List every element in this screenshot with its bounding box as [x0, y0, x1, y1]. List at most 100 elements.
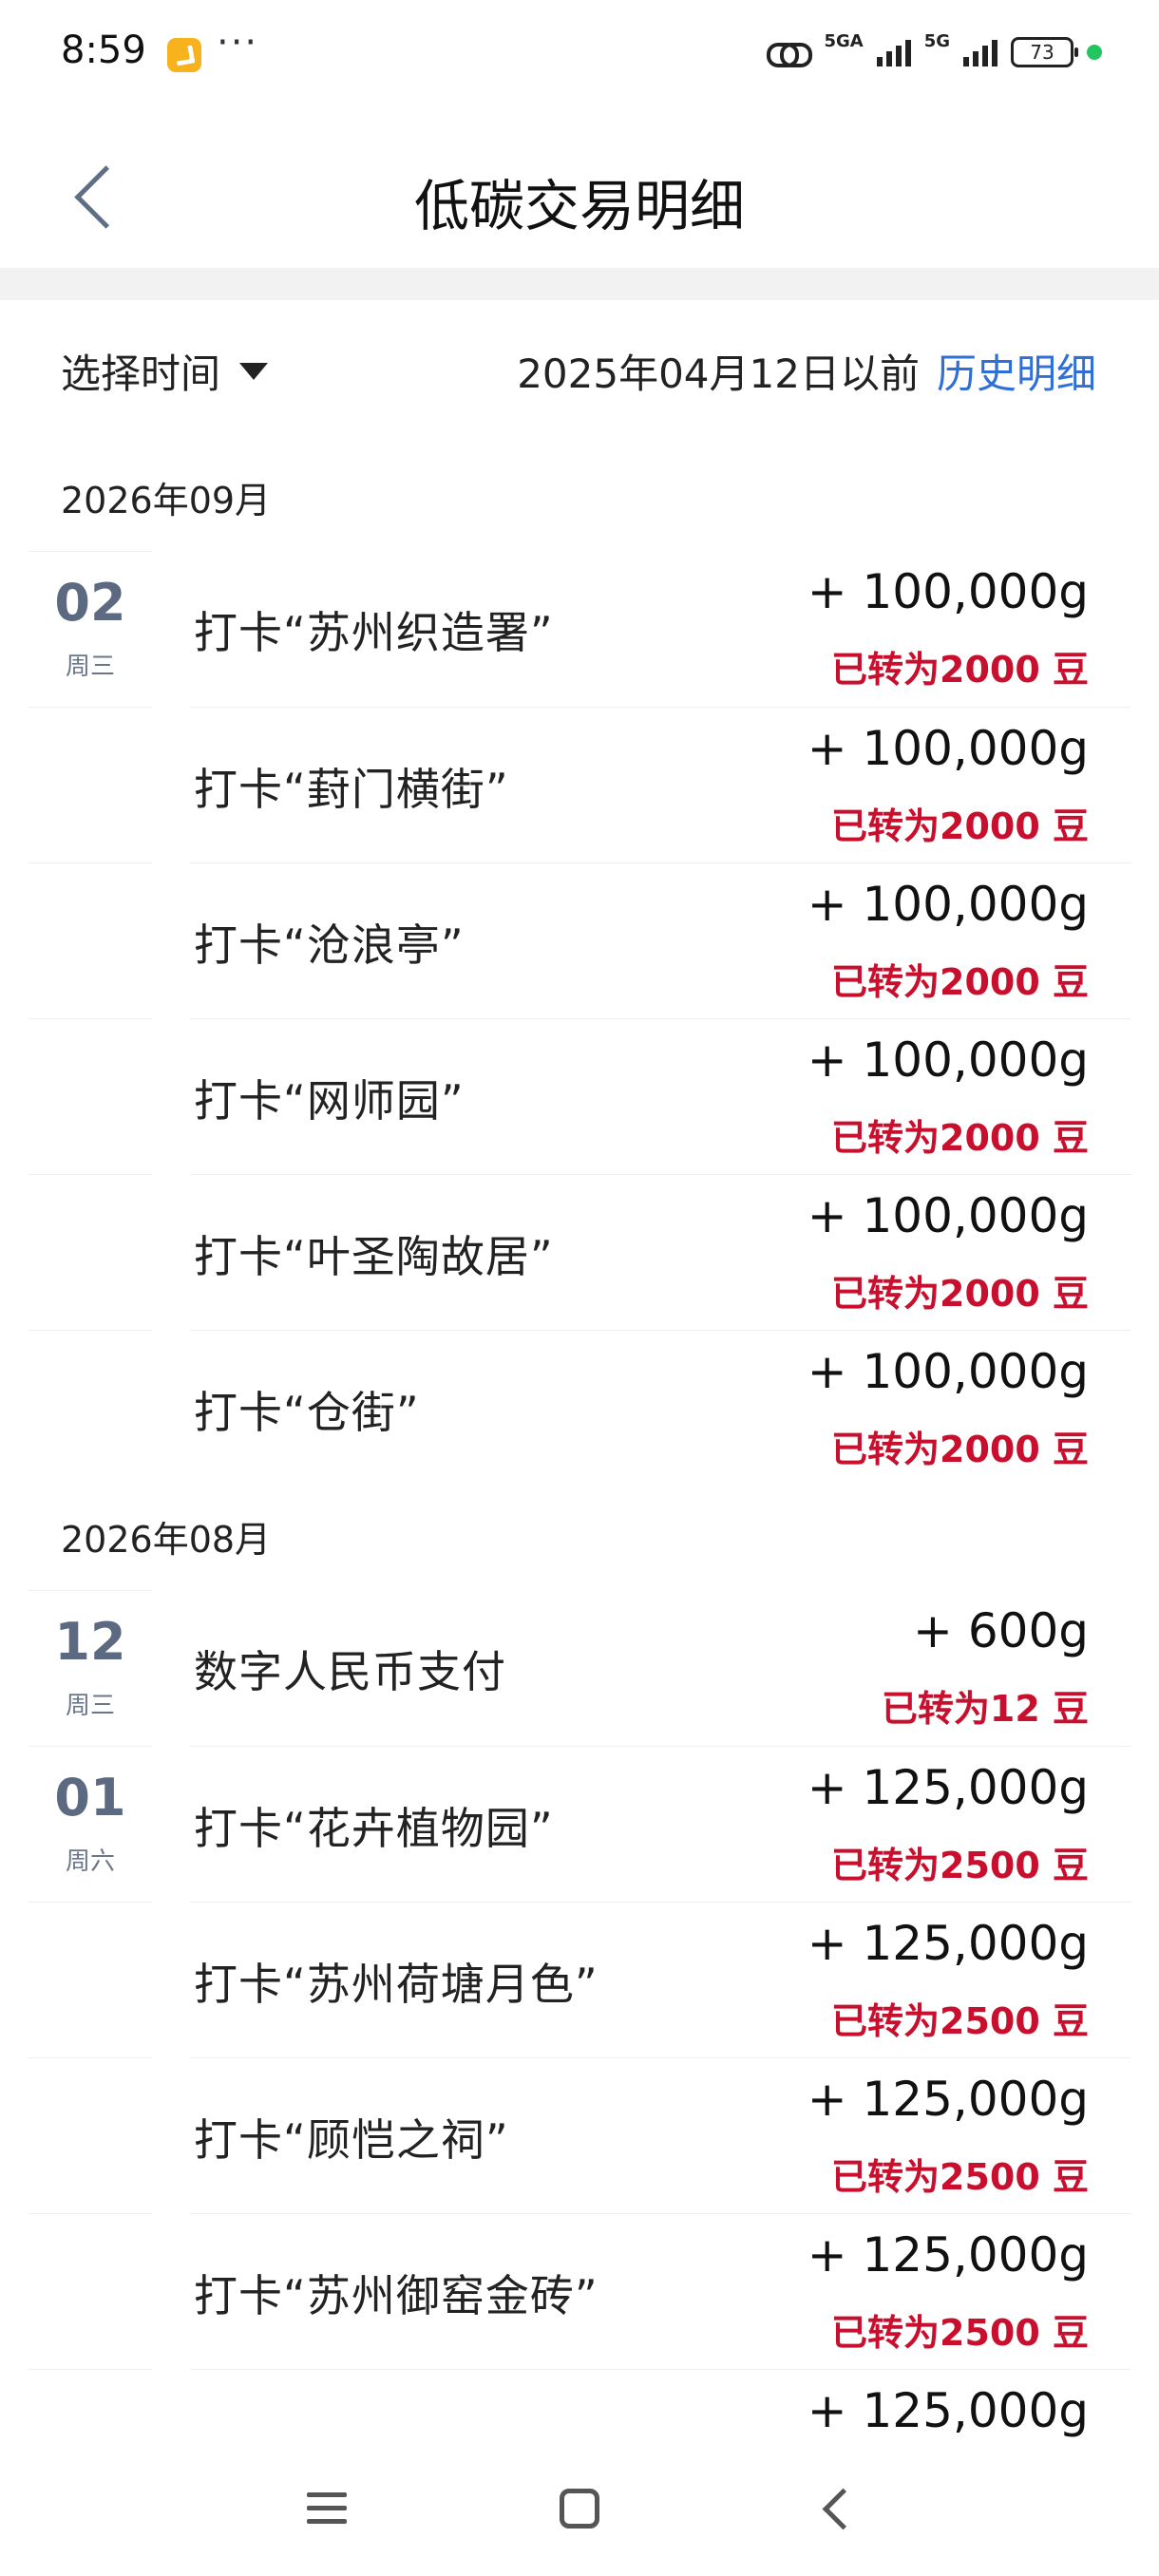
transaction-row[interactable]: 打卡“仓街” + 100,000g 已转为2000 豆: [0, 1330, 1159, 1486]
transaction-row[interactable]: 01 周六 打卡“花卉植物园” + 125,000g 已转为2500 豆: [0, 1746, 1159, 1902]
transaction-amount: + 100,000g: [807, 1032, 1089, 1088]
transaction-content: 打卡“叶圣陶故居” + 100,000g 已转为2000 豆: [190, 1174, 1130, 1331]
time-select-dropdown[interactable]: 选择时间: [61, 342, 269, 400]
more-notifications-icon: ···: [217, 21, 259, 65]
date-column: [28, 1174, 152, 1331]
date-weekday: 周三: [65, 1692, 115, 1720]
month-header: 2026年09月: [0, 446, 1159, 551]
transaction-amount: + 125,000g: [807, 2227, 1089, 2282]
month-label: 2026年08月: [61, 1519, 272, 1561]
app-notification-icon: [167, 38, 201, 72]
transaction-row[interactable]: 打卡“叶圣陶故居” + 100,000g 已转为2000 豆: [0, 1174, 1159, 1330]
transaction-title: 打卡“苏州御窑金砖”: [194, 2270, 598, 2321]
signal-icon: [876, 38, 911, 66]
transaction-content: 打卡“网师园” + 100,000g 已转为2000 豆: [190, 1018, 1130, 1175]
transaction-converted: 已转为2500 豆: [831, 2000, 1089, 2042]
transaction-content: 打卡“仓街” + 100,000g 已转为2000 豆: [190, 1330, 1130, 1487]
transaction-row[interactable]: 打卡“沧浪亭” + 100,000g 已转为2000 豆: [0, 862, 1159, 1018]
transaction-amount: + 125,000g: [807, 1760, 1089, 1815]
transaction-title: 打卡“苏州荷塘月色”: [194, 1959, 598, 2010]
system-nav-bar: [0, 2441, 1159, 2576]
transaction-title: 打卡“网师园”: [194, 1075, 465, 1127]
transaction-converted: 已转为2500 豆: [831, 2312, 1089, 2354]
date-column: 12 周三: [28, 1590, 152, 1747]
transaction-content: 数字人民币支付 + 600g 已转为12 豆: [190, 1590, 1130, 1746]
menu-icon[interactable]: [307, 2491, 347, 2527]
history-detail-link[interactable]: 历史明细: [937, 342, 1096, 400]
date-column: 02 周三: [28, 551, 152, 708]
transaction-title: 数字人民币支付: [194, 1646, 506, 1697]
date-column: [28, 1018, 152, 1175]
date-column: [28, 1330, 152, 1487]
status-indicators: 5GA 5G 73: [767, 28, 1102, 76]
transaction-amount: + 100,000g: [807, 1344, 1089, 1399]
privacy-indicator-dot: [1087, 45, 1102, 60]
transaction-row[interactable]: 打卡“苏州御窑金砖” + 125,000g 已转为2500 豆: [0, 2213, 1159, 2369]
date-column: [28, 1902, 152, 2058]
section-divider: [0, 268, 1159, 300]
transaction-amount: + 100,000g: [807, 1188, 1089, 1243]
date-column: [28, 862, 152, 1019]
transaction-row[interactable]: 打卡“顾恺之祠” + 125,000g 已转为2500 豆: [0, 2057, 1159, 2213]
filter-row: 选择时间 2025年04月12日以前 历史明细: [0, 332, 1159, 408]
date-day: 02: [54, 573, 126, 633]
date-weekday: 周三: [65, 653, 115, 681]
transaction-content: 打卡“苏州御窑金砖” + 125,000g 已转为2500 豆: [190, 2213, 1130, 2370]
transaction-row[interactable]: 打卡“苏州荷塘月色” + 125,000g 已转为2500 豆: [0, 1902, 1159, 2057]
transaction-content: 打卡“花卉植物园” + 125,000g 已转为2500 豆: [190, 1746, 1130, 1903]
transaction-content: 打卡“苏州织造署” + 100,000g 已转为2000 豆: [190, 551, 1130, 707]
transaction-converted: 已转为2000 豆: [831, 961, 1089, 1003]
transaction-title: 打卡“沧浪亭”: [194, 919, 465, 971]
transaction-amount: + 100,000g: [807, 564, 1089, 619]
transaction-content: 打卡“沧浪亭” + 100,000g 已转为2000 豆: [190, 862, 1130, 1019]
transaction-amount: + 100,000g: [807, 721, 1089, 776]
date-column: [28, 2057, 152, 2214]
home-icon[interactable]: [560, 2489, 599, 2529]
transaction-row[interactable]: 02 周三 打卡“苏州织造署” + 100,000g 已转为2000 豆: [0, 551, 1159, 707]
transaction-title: 打卡“叶圣陶故居”: [194, 1231, 554, 1282]
date-column: [28, 2213, 152, 2370]
back-icon[interactable]: [819, 2489, 857, 2529]
battery-icon: 73: [1011, 37, 1078, 67]
signal-icon-2: [963, 38, 998, 66]
transaction-title: 打卡“仓街”: [194, 1387, 420, 1438]
date-column: [28, 707, 152, 863]
transaction-amount: + 125,000g: [807, 1916, 1089, 1971]
transaction-amount: + 125,000g: [807, 2383, 1089, 2438]
transaction-list: 2026年09月 02 周三 打卡“苏州织造署” + 100,000g 已转为2…: [0, 446, 1159, 2525]
network-type-label-2: 5G: [923, 30, 950, 51]
caret-down-icon: [239, 362, 269, 380]
cutoff-date-text: 2025年04月12日以前: [517, 350, 920, 397]
transaction-content: 打卡“苏州荷塘月色” + 125,000g 已转为2500 豆: [190, 1902, 1130, 2058]
date-weekday: 周六: [65, 1847, 115, 1876]
time-select-label: 选择时间: [61, 350, 221, 397]
transaction-row[interactable]: 12 周三 数字人民币支付 + 600g 已转为12 豆: [0, 1590, 1159, 1746]
transaction-row[interactable]: 打卡“网师园” + 100,000g 已转为2000 豆: [0, 1018, 1159, 1174]
transaction-converted: 已转为2000 豆: [831, 1117, 1089, 1159]
transaction-converted: 已转为2500 豆: [831, 2156, 1089, 2198]
month-label: 2026年09月: [61, 480, 272, 521]
transaction-converted: 已转为2000 豆: [831, 649, 1089, 691]
transaction-row[interactable]: 打卡“葑门横街” + 100,000g 已转为2000 豆: [0, 707, 1159, 862]
transaction-title: 打卡“顾恺之祠”: [194, 2114, 509, 2166]
transaction-content: 打卡“顾恺之祠” + 125,000g 已转为2500 豆: [190, 2057, 1130, 2214]
date-day: 12: [54, 1612, 126, 1672]
transaction-amount: + 600g: [913, 1603, 1089, 1658]
transaction-title: 打卡“苏州织造署”: [194, 607, 554, 658]
transaction-converted: 已转为12 豆: [881, 1688, 1089, 1730]
page-title: 低碳交易明细: [413, 174, 745, 238]
low-carbon-transaction-page: 8:59 ··· 5GA 5G 73 低碳交易明细 选择时间 2025年04月1…: [0, 0, 1159, 2576]
month-header: 2026年08月: [0, 1486, 1159, 1590]
transaction-converted: 已转为2000 豆: [831, 1273, 1089, 1315]
date-day: 01: [54, 1768, 126, 1828]
transaction-title: 打卡“葑门横街”: [194, 764, 509, 815]
transaction-content: 打卡“葑门横街” + 100,000g 已转为2000 豆: [190, 707, 1130, 863]
transaction-converted: 已转为2500 豆: [831, 1845, 1089, 1886]
transaction-converted: 已转为2000 豆: [831, 805, 1089, 847]
status-time: 8:59: [61, 28, 146, 72]
filter-right: 2025年04月12日以前 历史明细: [517, 342, 1096, 400]
transaction-amount: + 125,000g: [807, 2072, 1089, 2127]
transaction-title: 打卡“花卉植物园”: [194, 1803, 554, 1854]
transaction-amount: + 100,000g: [807, 877, 1089, 932]
status-bar: 8:59 ··· 5GA 5G 73: [0, 0, 1159, 104]
